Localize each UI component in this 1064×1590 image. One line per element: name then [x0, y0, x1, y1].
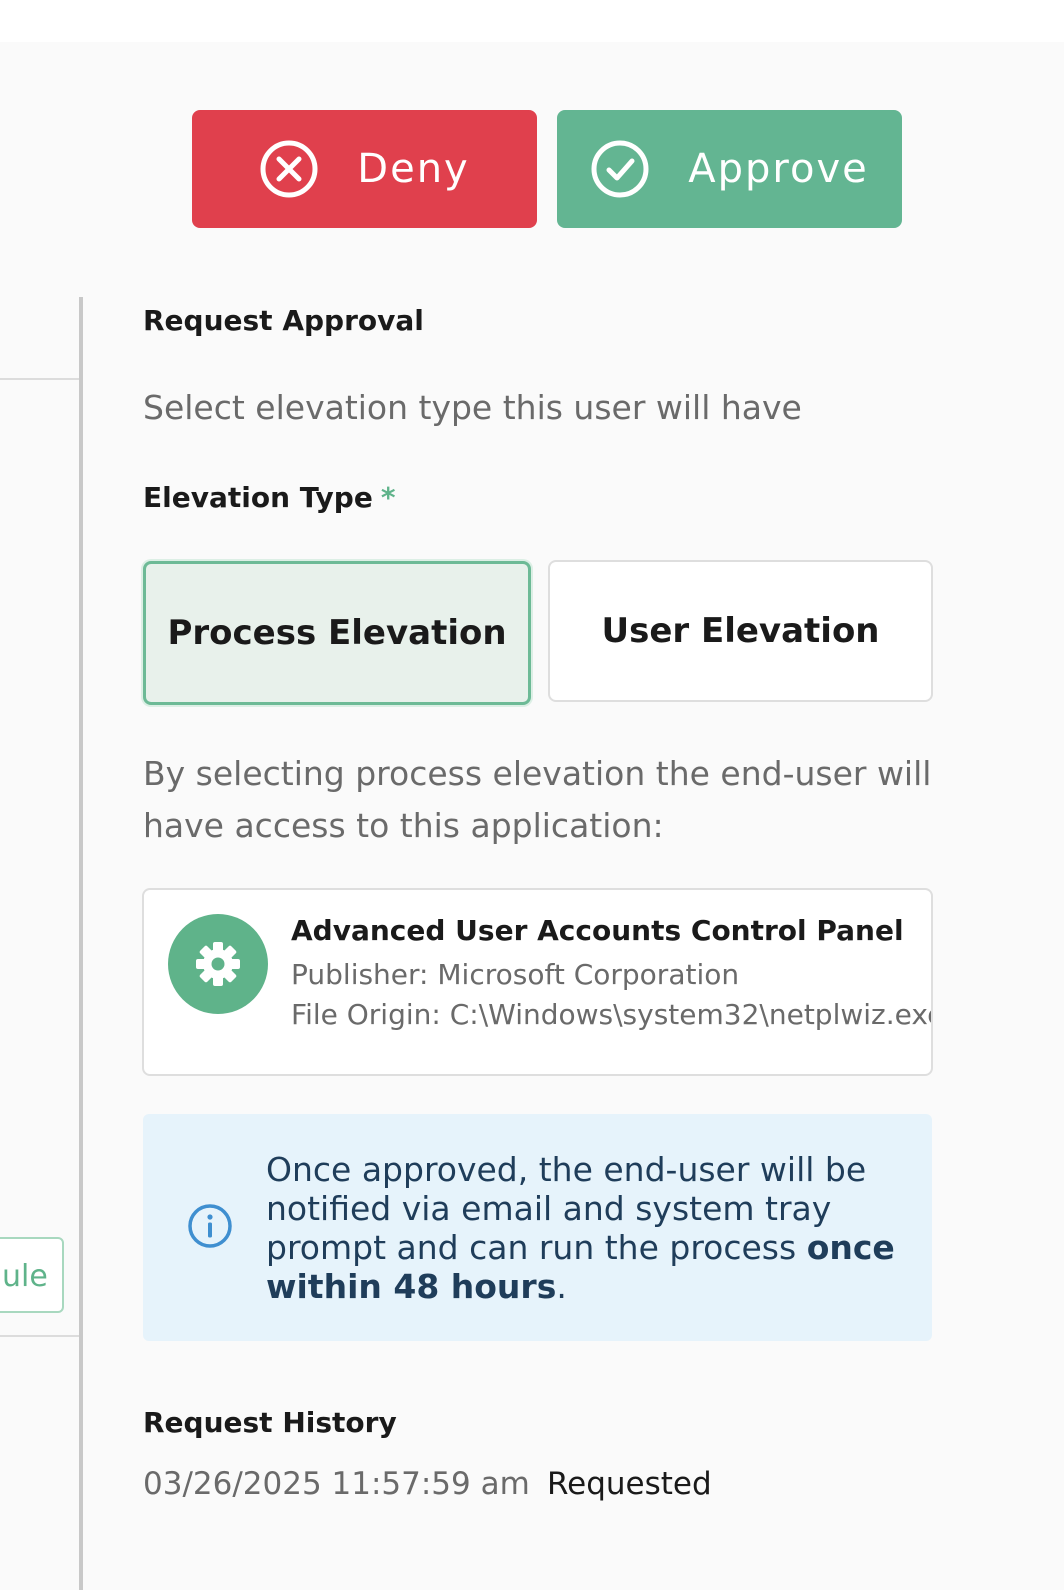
rule-button[interactable]: ule	[0, 1237, 64, 1313]
deny-button[interactable]: Deny	[192, 110, 537, 228]
history-entry-status: Requested	[547, 1466, 712, 1502]
left-divider	[0, 378, 79, 380]
elevation-type-label-text: Elevation Type	[143, 481, 373, 514]
option-user-elevation[interactable]: User Elevation	[548, 560, 933, 702]
panel-separator	[79, 297, 83, 1590]
application-name: Advanced User Accounts Control Panel	[291, 914, 904, 947]
rule-button-label: ule	[2, 1259, 48, 1294]
elevation-type-label: Elevation Type *	[143, 481, 395, 514]
application-file-origin: File Origin: C:\Windows\system32\netplwi…	[291, 998, 933, 1031]
check-circle-icon	[590, 139, 650, 199]
required-marker: *	[380, 481, 396, 514]
notice-text-suffix: .	[556, 1267, 567, 1306]
notice-text-prefix: Once approved, the end-user will be noti…	[266, 1150, 867, 1267]
elevation-description: By selecting process elevation the end-u…	[143, 754, 932, 845]
request-approval-subtitle: Select elevation type this user will hav…	[143, 388, 802, 427]
info-icon	[186, 1202, 234, 1250]
approval-notice: Once approved, the end-user will be noti…	[143, 1114, 932, 1341]
gear-icon	[168, 914, 268, 1014]
request-history-title: Request History	[143, 1406, 397, 1439]
option-process-elevation[interactable]: Process Elevation	[143, 561, 531, 705]
deny-button-label: Deny	[357, 146, 470, 192]
close-circle-icon	[259, 139, 319, 199]
approval-notice-text: Once approved, the end-user will be noti…	[266, 1150, 906, 1306]
approve-button-label: Approve	[688, 146, 869, 192]
approve-button[interactable]: Approve	[557, 110, 902, 228]
application-publisher: Publisher: Microsoft Corporation	[291, 958, 740, 991]
option-label: Process Elevation	[167, 613, 507, 653]
left-divider	[0, 1335, 79, 1337]
history-entry: 03/26/2025 11:57:59 am Requested	[143, 1466, 712, 1502]
left-panel: ule	[0, 0, 80, 1590]
top-bar	[0, 0, 1064, 42]
history-entry-date: 03/26/2025 11:57:59 am	[143, 1466, 530, 1502]
option-label: User Elevation	[601, 611, 880, 651]
request-approval-title: Request Approval	[143, 304, 424, 337]
application-card: Advanced User Accounts Control Panel Pub…	[142, 888, 933, 1076]
